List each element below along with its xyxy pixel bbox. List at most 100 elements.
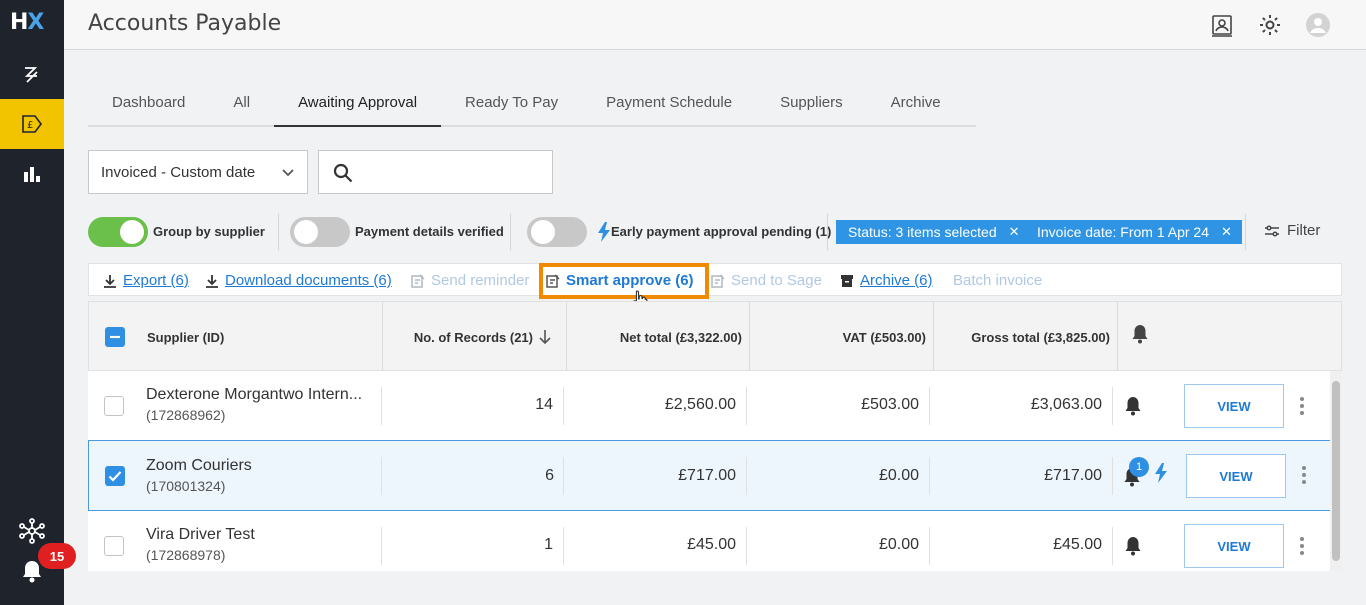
supplier-name: Dexterone Morgantwo Intern... [146,386,363,403]
export-button[interactable]: Export (6) [103,272,189,289]
records-count: 6 [545,467,554,484]
nav-reports-icon[interactable] [0,149,64,199]
gross-total: £3,063.00 [1030,396,1102,413]
row-checkbox[interactable] [105,466,125,486]
view-button[interactable]: VIEW [1184,524,1284,568]
early-payment-toggle[interactable] [527,217,587,247]
search-box[interactable] [318,150,553,194]
download-icon [104,274,116,288]
row-checkbox[interactable] [104,536,124,556]
send-reminder-button[interactable]: Send reminder [411,272,529,289]
supplier-name: Vira Driver Test [146,526,255,543]
chip-label: Status: 3 items selected [848,224,997,240]
filter-label: Filter [1287,222,1321,239]
tab-dashboard[interactable]: Dashboard [88,80,209,125]
archive-box-icon [841,274,853,287]
tab-payment-schedule[interactable]: Payment Schedule [582,80,756,125]
batch-invoice-label: Batch invoice [953,272,1043,289]
header-net-total[interactable]: Net total (£3,322.00) [567,302,742,372]
tab-all[interactable]: All [209,80,274,125]
net-total: £45.00 [687,536,736,553]
top-bar: Accounts Payable [64,0,1366,50]
view-button[interactable]: VIEW [1186,454,1286,498]
lightning-icon [1155,463,1167,483]
gross-total: £717.00 [1044,467,1102,484]
group-by-supplier-toggle[interactable] [88,217,148,247]
net-total: £2,560.00 [664,396,736,413]
records-count: 1 [544,536,553,553]
group-by-supplier-label: Group by supplier [153,224,265,239]
view-button[interactable]: VIEW [1184,384,1284,428]
table-scrollbar[interactable] [1330,371,1342,571]
edit-icon [411,273,425,288]
bell-count-badge: 1 [1129,457,1149,477]
send-to-sage-label: Send to Sage [731,272,822,289]
tab-suppliers[interactable]: Suppliers [756,80,867,125]
table-row[interactable]: Vira Driver Test (172868978) 1 £45.00 £0… [88,511,1332,571]
batch-invoice-button[interactable]: Batch invoice [953,272,1042,289]
supplier-name: Zoom Couriers [146,457,252,474]
settings-gear-icon[interactable] [1257,12,1283,38]
edit-icon [711,273,725,288]
chip-remove-icon[interactable]: ✕ [1221,224,1232,240]
gross-total: £45.00 [1053,536,1102,553]
search-input[interactable] [363,159,543,185]
header-records[interactable]: No. of Records (21) [383,302,533,372]
vat-total: £0.00 [878,536,919,553]
hx-logo[interactable]: HX [10,10,44,35]
contacts-icon[interactable] [1209,12,1235,38]
user-avatar-icon[interactable] [1305,12,1331,38]
divider [1245,214,1246,250]
vat-total: £0.00 [878,467,919,484]
more-options-icon[interactable] [1299,537,1305,555]
svg-text:£: £ [27,120,33,131]
download-documents-button[interactable]: Download documents (6) [205,272,392,289]
sidebar: HX £ 15 [0,0,76,605]
select-all-checkbox[interactable] [105,327,125,347]
filter-button[interactable]: Filter [1265,222,1320,239]
notifications-badge: 15 [38,543,76,569]
table-row[interactable]: Dexterone Morgantwo Intern... (172868962… [88,371,1332,441]
bell-icon [1132,325,1148,344]
invoice-date-filter-chip[interactable]: Invoice date: From 1 Apr 24 ✕ [1025,220,1242,244]
more-options-icon[interactable] [1301,466,1307,484]
header-supplier[interactable]: Supplier (ID) [147,302,377,372]
minus-icon [110,335,120,339]
tab-awaiting-approval[interactable]: Awaiting Approval [274,80,442,127]
tab-ready-to-pay[interactable]: Ready To Pay [441,80,582,125]
table-row[interactable]: Zoom Couriers (170801324) 6 £717.00 £0.0… [88,440,1332,511]
nav-accounts-payable-icon[interactable]: £ [0,99,64,149]
scrollbar-thumb[interactable] [1332,381,1340,561]
smart-approve-highlight [539,263,709,299]
status-filter-chip[interactable]: Status: 3 items selected ✕ [836,220,1030,244]
net-total: £717.00 [678,467,736,484]
date-filter-select[interactable]: Invoiced - Custom date [88,150,308,194]
supplier-id: (170801324) [146,478,226,494]
sort-down-arrow-icon[interactable] [538,329,552,345]
divider [827,214,828,250]
page-title: Accounts Payable [88,11,282,36]
sliders-icon [1265,224,1279,237]
row-checkbox[interactable] [104,396,124,416]
tab-bar: Dashboard All Awaiting Approval Ready To… [88,80,976,127]
header-vat[interactable]: VAT (£503.00) [750,302,926,372]
bell-icon[interactable] [1124,536,1142,556]
payment-verified-label: Payment details verified [355,224,504,239]
nav-workflow-icon[interactable] [0,50,64,100]
divider [278,214,279,250]
tab-archive[interactable]: Archive [867,80,965,125]
chip-remove-icon[interactable]: ✕ [1009,224,1020,240]
payment-verified-toggle[interactable] [290,217,350,247]
header-gross-total[interactable]: Gross total (£3,825.00) [934,302,1110,372]
supplier-id: (172868978) [146,547,226,563]
vat-total: £503.00 [861,396,919,413]
divider [510,214,511,250]
chip-label: Invoice date: From 1 Apr 24 [1037,224,1209,240]
send-to-sage-button[interactable]: Send to Sage [711,272,822,289]
early-payment-label: Early payment approval pending (1) [611,224,832,239]
archive-button[interactable]: Archive (6) [840,272,933,289]
bell-icon[interactable] [1124,396,1142,416]
supplier-id: (172868962) [146,407,226,423]
more-options-icon[interactable] [1299,397,1305,415]
search-icon [333,163,353,183]
